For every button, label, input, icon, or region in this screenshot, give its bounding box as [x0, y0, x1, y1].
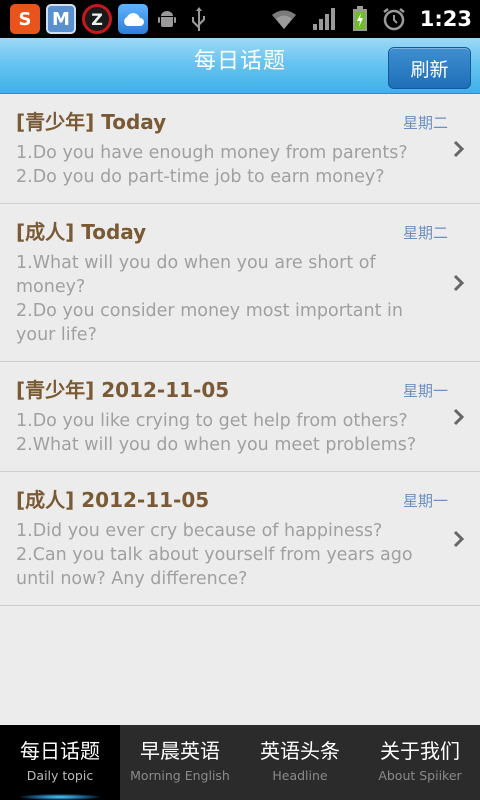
topic-question: 1.Did you ever cry because of happiness?: [16, 521, 383, 541]
title-bar: 每日话题 刷新: [0, 38, 480, 94]
status-bar: S M Z 1:23: [0, 0, 480, 38]
tab-morning-english[interactable]: 早晨英语 Morning English: [120, 725, 240, 800]
refresh-button[interactable]: 刷新: [388, 47, 471, 89]
chevron-right-icon: [453, 530, 465, 547]
topic-question: 1.Do you like crying to get help from ot…: [16, 411, 408, 431]
topic-question: 2.Do you consider money most important i…: [16, 301, 403, 345]
tab-headline[interactable]: 英语头条 Headline: [240, 725, 360, 800]
topic-item[interactable]: [成人] Today 星期二 1.What will you do when y…: [0, 204, 480, 362]
topic-question: 2.Do you do part-time job to earn money?: [16, 167, 385, 187]
topic-weekday: 星期二: [402, 114, 448, 132]
topic-question: 2.Can you talk about yourself from years…: [16, 545, 413, 589]
topic-title: [成人] 2012-11-05: [16, 488, 210, 512]
alarm-icon: [383, 8, 405, 31]
chevron-right-icon: [453, 274, 465, 291]
topic-list: [青少年] Today 星期二 1.Do you have enough mon…: [0, 94, 480, 606]
topic-item[interactable]: [青少年] 2012-11-05 星期一 1.Do you like cryin…: [0, 362, 480, 472]
chevron-right-icon: [453, 408, 465, 425]
tab-label-cn: 早晨英语: [140, 739, 220, 763]
usb-icon: [186, 6, 212, 32]
tab-label-en: Headline: [272, 768, 328, 783]
topic-question: 2.What will you do when you meet problem…: [16, 435, 417, 455]
status-clock: 1:23: [419, 7, 472, 31]
chevron-right-icon: [453, 140, 465, 157]
z-app-icon: Z: [82, 4, 112, 34]
tab-daily-topic[interactable]: 每日话题 Daily topic: [0, 725, 120, 800]
topic-title: [成人] Today: [16, 220, 147, 244]
tab-label-cn: 关于我们: [380, 739, 460, 763]
wifi-icon: [271, 10, 296, 29]
bottom-nav: 每日话题 Daily topic 早晨英语 Morning English 英语…: [0, 725, 480, 800]
active-tab-indicator: [20, 794, 100, 800]
topic-weekday: 星期一: [402, 382, 448, 400]
topic-title: [青少年] 2012-11-05: [16, 378, 230, 402]
m-app-icon: M: [46, 4, 76, 34]
topic-question: 1.What will you do when you are short of…: [16, 253, 376, 297]
topic-item[interactable]: [青少年] Today 星期二 1.Do you have enough mon…: [0, 94, 480, 204]
topic-weekday: 星期一: [402, 492, 448, 510]
tab-label-en: Daily topic: [26, 768, 94, 783]
system-icons: 1:23: [270, 0, 472, 38]
tab-label-cn: 每日话题: [20, 739, 100, 763]
tab-label-en: About Spiiker: [378, 768, 462, 783]
notification-icons: S M Z: [10, 3, 212, 35]
topic-question: 1.Do you have enough money from parents?: [16, 143, 408, 163]
signal-icon: [312, 8, 335, 30]
android-debug-icon: [154, 6, 180, 32]
topic-weekday: 星期二: [402, 224, 448, 242]
topic-item[interactable]: [成人] 2012-11-05 星期一 1.Did you ever cry b…: [0, 472, 480, 606]
tab-label-en: Morning English: [130, 768, 230, 783]
topic-title: [青少年] Today: [16, 110, 167, 134]
battery-charging-icon: [352, 6, 367, 31]
sogou-app-icon: S: [10, 4, 40, 34]
tab-about-us[interactable]: 关于我们 About Spiiker: [360, 725, 480, 800]
cloud-app-icon: [118, 4, 148, 34]
tab-label-cn: 英语头条: [260, 739, 340, 763]
